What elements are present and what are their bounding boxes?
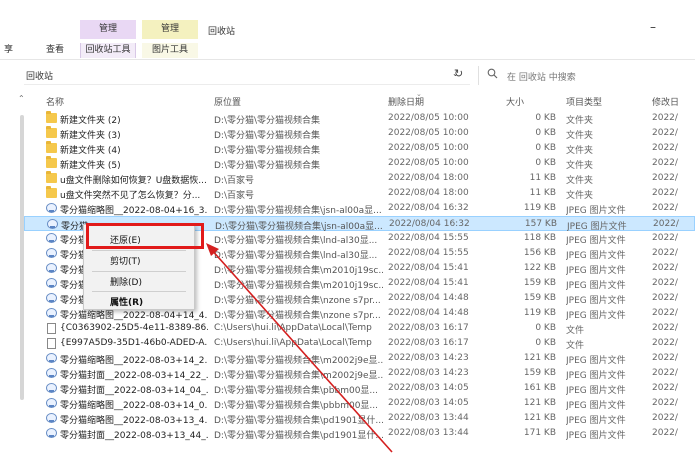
annotation-arrow: [206, 243, 393, 453]
